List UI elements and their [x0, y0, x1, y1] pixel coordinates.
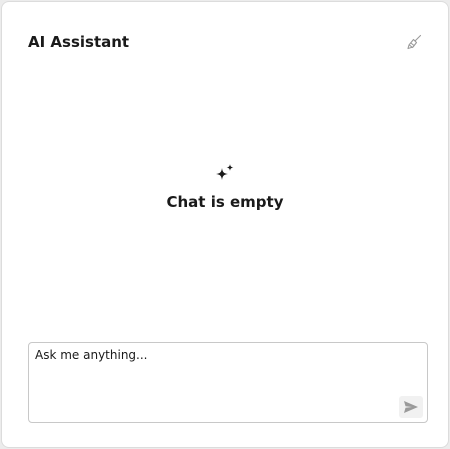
- send-icon: [404, 401, 418, 413]
- ai-assistant-panel: AI Assistant Chat is empty: [1, 1, 449, 448]
- empty-state-text: Chat is empty: [166, 193, 284, 211]
- panel-header: AI Assistant: [28, 32, 424, 54]
- panel-title: AI Assistant: [28, 33, 130, 51]
- message-composer: [28, 342, 428, 423]
- clear-chat-button[interactable]: [404, 32, 424, 52]
- empty-state: Chat is empty: [2, 162, 448, 212]
- message-input[interactable]: [29, 343, 427, 422]
- broom-icon: [407, 34, 422, 50]
- sparkle-icon: [216, 164, 234, 180]
- send-button[interactable]: [399, 396, 423, 418]
